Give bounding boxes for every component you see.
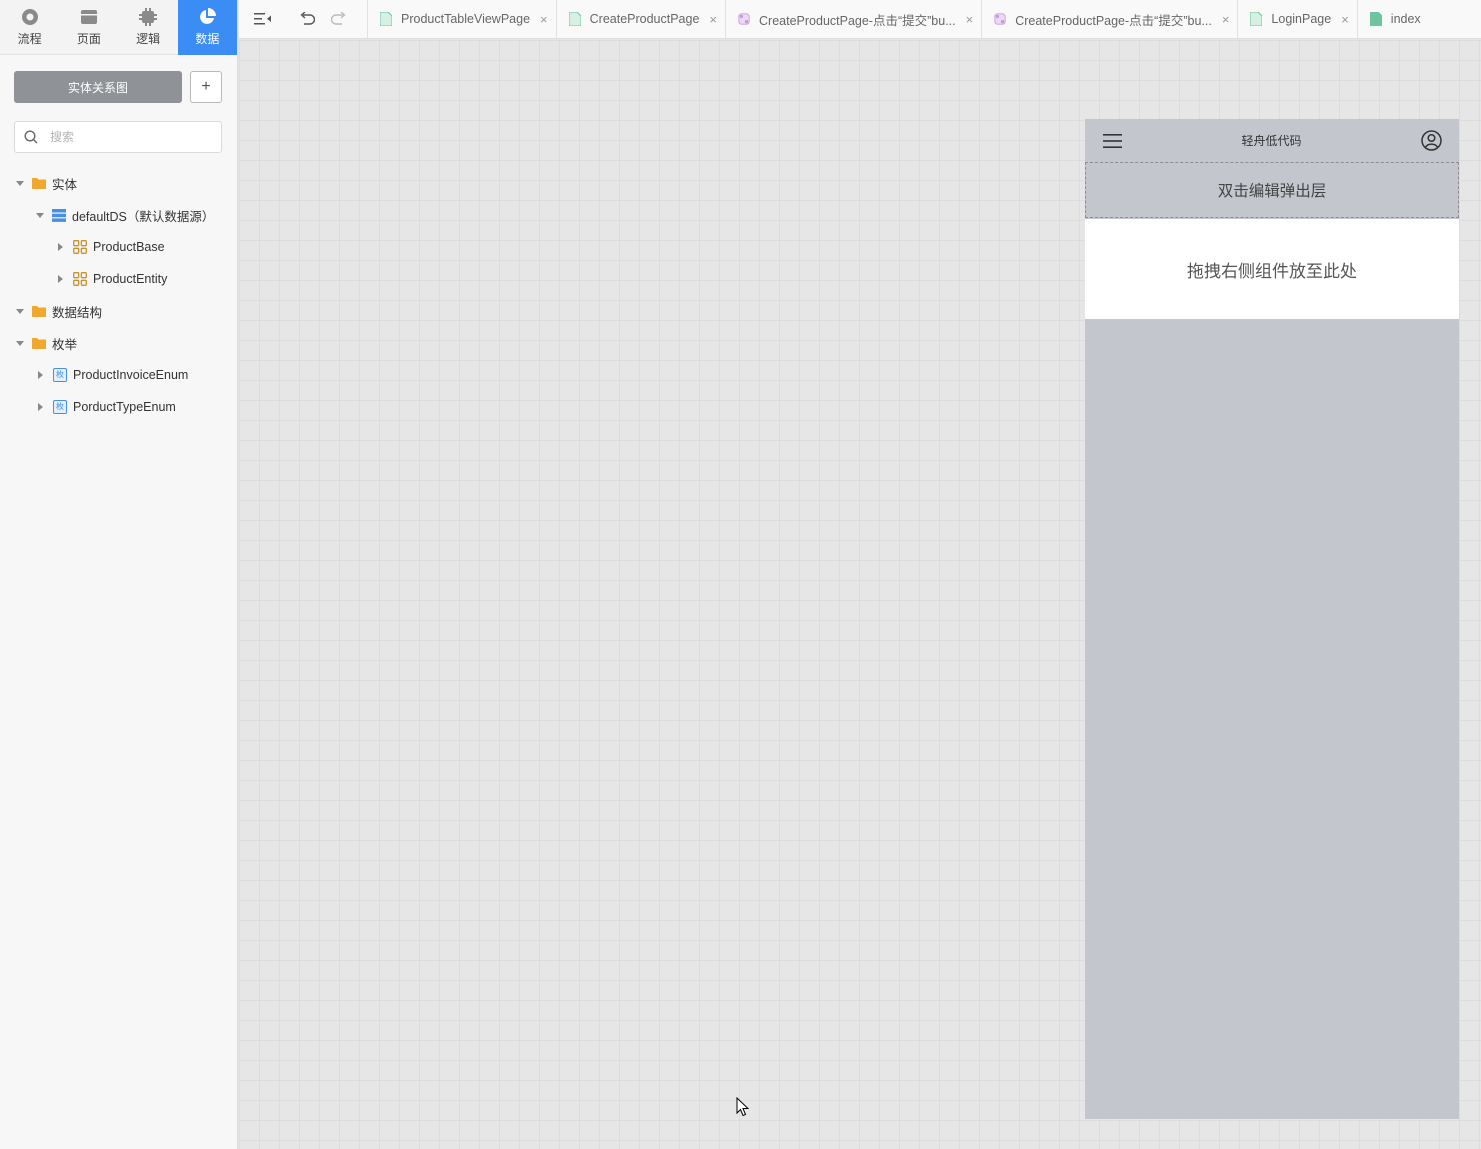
page-icon xyxy=(80,8,98,26)
redo-icon[interactable] xyxy=(327,7,351,31)
sidebar-actions: 实体关系图 + xyxy=(14,71,222,103)
nav-tab-label: 数据 xyxy=(195,32,220,46)
tree-folder-entity[interactable]: 实体 xyxy=(0,167,238,199)
tab-index[interactable]: index xyxy=(1356,0,1429,38)
nav-tab-flow[interactable]: 流程 xyxy=(0,0,59,55)
tab-logic-submit-2[interactable]: CreateProductPage-点击“提交”bu... × xyxy=(981,0,1237,38)
folder-icon xyxy=(32,336,46,350)
tree-label: ProductEntity xyxy=(93,272,168,286)
page-file-icon xyxy=(380,12,392,26)
tab-label: CreateProductPage-点击“提交”bu... xyxy=(1015,13,1212,28)
tree-label: ProductInvoiceEnum xyxy=(73,368,189,382)
tree-datasource[interactable]: defaultDS（默认数据源） xyxy=(0,199,238,231)
nav-tab-label: 流程 xyxy=(17,32,42,46)
caret-right-icon[interactable] xyxy=(58,275,63,283)
folder-icon xyxy=(32,304,46,318)
tree-label: 枚举 xyxy=(52,337,78,352)
tree-label: 实体 xyxy=(52,177,78,192)
page-file-icon xyxy=(1250,12,1263,26)
pie-chart-icon xyxy=(198,8,217,26)
undo-icon[interactable] xyxy=(295,7,319,31)
tree-folder-enum[interactable]: 枚举 xyxy=(0,327,238,359)
tree-label: PorductTypeEnum xyxy=(73,400,176,414)
flow-icon xyxy=(21,8,39,26)
caret-down-icon[interactable] xyxy=(16,308,24,314)
drop-zone[interactable]: 拖拽右侧组件放至此处 xyxy=(1085,219,1459,319)
search-icon xyxy=(24,130,38,144)
caret-down-icon[interactable] xyxy=(16,180,24,186)
enum-badge: 枚 xyxy=(56,402,64,411)
entity-icon xyxy=(73,240,87,254)
tree-entity-productentity[interactable]: ProductEntity xyxy=(0,263,238,295)
nav-tab-label: 逻辑 xyxy=(136,32,161,46)
tab-login-page[interactable]: LoginPage × xyxy=(1237,0,1356,38)
page-file-icon xyxy=(1369,12,1382,26)
caret-down-icon[interactable] xyxy=(16,340,24,346)
editor-tabbar: ProductTableViewPage × CreateProductPage… xyxy=(239,0,1481,39)
logic-file-icon xyxy=(994,13,1006,25)
enum-icon: 枚 xyxy=(53,368,67,382)
tab-label: CreateProductPage-点击“提交”bu... xyxy=(759,13,956,28)
data-tree: 实体 defaultDS（默认数据源） ProductBase ProductE… xyxy=(0,167,238,423)
entity-icon xyxy=(73,272,87,286)
tab-logic-submit-1[interactable]: CreateProductPage-点击“提交”bu... × xyxy=(725,0,981,38)
enum-badge: 枚 xyxy=(56,370,64,379)
close-icon[interactable]: × xyxy=(1341,12,1349,27)
tab-label: CreateProductPage xyxy=(589,12,700,26)
tab-label: ProductTableViewPage xyxy=(401,12,531,26)
search-input[interactable] xyxy=(50,130,200,144)
tab-product-table-view-page[interactable]: ProductTableViewPage × xyxy=(367,0,556,38)
user-icon[interactable] xyxy=(1421,130,1442,151)
collapse-panel-icon[interactable] xyxy=(251,7,275,31)
close-icon[interactable]: × xyxy=(1222,12,1230,27)
tree-folder-struct[interactable]: 数据结构 xyxy=(0,295,238,327)
enum-icon: 枚 xyxy=(53,400,67,414)
logic-file-icon xyxy=(738,13,750,25)
tree-enum-type[interactable]: 枚 PorductTypeEnum xyxy=(0,391,238,423)
close-icon[interactable]: × xyxy=(540,12,548,27)
close-icon[interactable]: × xyxy=(966,12,974,27)
phone-header: 轻舟低代码 xyxy=(1085,119,1459,162)
caret-down-icon[interactable] xyxy=(36,212,44,218)
add-button[interactable]: + xyxy=(190,71,222,103)
tree-label: defaultDS（默认数据源） xyxy=(72,209,215,224)
nav-tab-data[interactable]: 数据 xyxy=(177,0,237,55)
caret-right-icon[interactable] xyxy=(58,243,63,251)
popup-layer[interactable]: 双击编辑弹出层 xyxy=(1085,162,1459,218)
page-file-icon xyxy=(568,12,581,26)
search-box xyxy=(14,121,222,153)
left-panel: 流程 页面 逻辑 数据 实体关系图 + 搜索 实体 defaultDS（默认数据… xyxy=(0,0,238,1149)
tab-label: LoginPage xyxy=(1271,12,1332,26)
tree-enum-invoice[interactable]: 枚 ProductInvoiceEnum xyxy=(0,359,238,391)
nav-tab-logic[interactable]: 逻辑 xyxy=(119,0,178,55)
menu-icon[interactable] xyxy=(1103,133,1122,149)
database-icon xyxy=(52,208,66,222)
phone-title: 轻舟低代码 xyxy=(1241,134,1302,148)
phone-preview[interactable]: 轻舟低代码 双击编辑弹出层 拖拽右侧组件放至此处 xyxy=(1085,119,1459,1119)
close-icon[interactable]: × xyxy=(709,12,717,27)
tree-entity-productbase[interactable]: ProductBase xyxy=(0,231,238,263)
er-diagram-button[interactable]: 实体关系图 xyxy=(14,71,182,103)
tab-create-product-page[interactable]: CreateProductPage × xyxy=(555,0,725,38)
mouse-cursor-icon xyxy=(736,1096,750,1120)
caret-right-icon[interactable] xyxy=(38,371,43,379)
nav-tab-page[interactable]: 页面 xyxy=(59,0,118,55)
folder-icon xyxy=(32,176,46,190)
logic-icon xyxy=(139,8,158,26)
nav-tab-label: 页面 xyxy=(76,32,101,46)
tab-label: index xyxy=(1390,12,1421,26)
caret-right-icon[interactable] xyxy=(38,403,43,411)
tree-label: ProductBase xyxy=(93,240,165,254)
module-nav: 流程 页面 逻辑 数据 xyxy=(0,0,237,55)
tree-label: 数据结构 xyxy=(52,305,103,320)
